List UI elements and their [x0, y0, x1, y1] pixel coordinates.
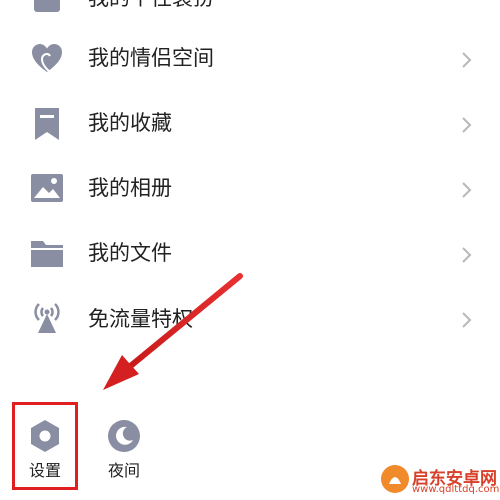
watermark-logo — [381, 465, 409, 493]
menu-item-couple-space[interactable]: 我的情侣空间 — [0, 27, 500, 91]
folder-icon — [31, 241, 63, 267]
menu-item-label: 我的收藏 — [88, 111, 172, 135]
watermark: 启东安卓网 www.qdlttdq.com — [380, 460, 500, 500]
menu-item-album[interactable]: 我的相册 — [0, 157, 500, 221]
watermark-url: www.qdlttdq.com — [412, 484, 500, 495]
menu-item-favorites[interactable]: 我的收藏 — [0, 92, 500, 156]
night-label: 夜间 — [107, 461, 140, 480]
menu-item-label: 免流量特权 — [88, 307, 193, 331]
chevron-right-icon — [462, 182, 472, 198]
menu-item-label: 我的相册 — [88, 176, 172, 200]
signal-tower-icon — [34, 303, 60, 333]
tshirt-icon — [34, 0, 60, 12]
menu-item-files[interactable]: 我的文件 — [0, 222, 500, 286]
image-icon — [31, 174, 63, 202]
chevron-right-icon — [462, 312, 472, 328]
chevron-right-icon — [462, 52, 472, 68]
menu-item-label: 我的个性装扮 — [88, 0, 214, 12]
menu-item-decoration[interactable]: 我的个性装扮 — [0, 0, 500, 30]
menu-item-free-data[interactable]: 免流量特权 — [0, 287, 500, 351]
menu-item-label: 我的情侣空间 — [88, 46, 214, 70]
night-mode-button[interactable]: 夜间 — [89, 404, 159, 490]
highlight-box — [12, 402, 78, 490]
chevron-right-icon — [462, 247, 472, 263]
moon-icon — [108, 420, 140, 452]
bookmark-icon — [35, 108, 59, 140]
chevron-right-icon — [462, 117, 472, 133]
heart-icon — [32, 44, 62, 73]
menu-item-label: 我的文件 — [88, 241, 172, 265]
